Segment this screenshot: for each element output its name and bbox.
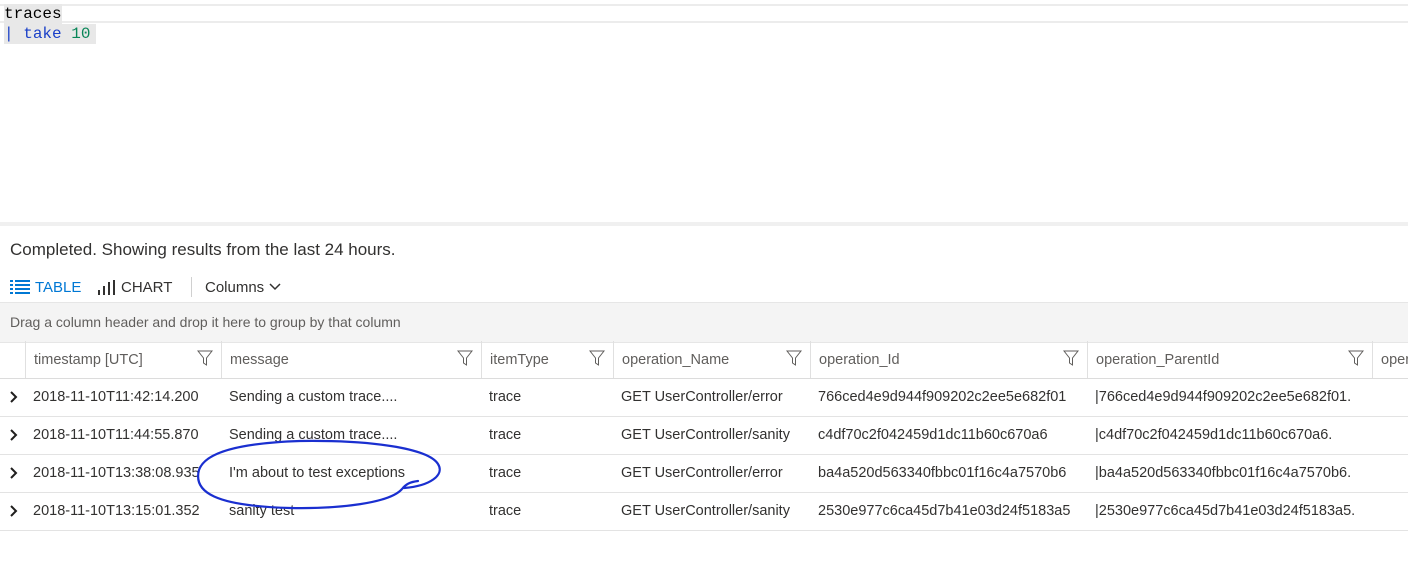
bar-chart-icon: [98, 279, 115, 295]
cell-timestamp: 2018-11-10T11:42:14.200: [33, 389, 199, 405]
expand-row-icon[interactable]: [8, 391, 20, 403]
column-header-operation-parentid[interactable]: operation_ParentId: [1087, 341, 1372, 378]
column-header-label: operation_ParentId: [1096, 352, 1220, 368]
query-line-1[interactable]: traces: [4, 4, 62, 24]
table-view-button[interactable]: TABLE: [10, 274, 81, 300]
table-row[interactable]: 2018-11-10T13:15:01.352 sanity test trac…: [0, 493, 1408, 531]
cell-message: Sending a custom trace....: [229, 427, 398, 443]
cell-itemtype: trace: [489, 465, 522, 481]
filter-icon[interactable]: [197, 350, 213, 366]
query-editor[interactable]: traces | take 10: [0, 0, 1408, 222]
query-status-text: Completed. Showing results from the last…: [10, 240, 396, 259]
column-header-operation-name[interactable]: operation_Name: [613, 341, 810, 378]
results-toolbar: TABLE CHART Columns: [0, 274, 1408, 300]
columns-label: Columns: [205, 278, 265, 296]
group-by-drop-zone[interactable]: Drag a column header and drop it here to…: [0, 302, 1408, 343]
query-table-name: traces: [4, 5, 62, 23]
table-row[interactable]: 2018-11-10T11:44:55.870 Sending a custom…: [0, 417, 1408, 455]
filter-icon[interactable]: [457, 350, 473, 366]
editor-line-highlight: [0, 4, 1408, 6]
filter-icon[interactable]: [589, 350, 605, 366]
columns-dropdown[interactable]: Columns: [205, 274, 281, 300]
expand-row-icon[interactable]: [8, 467, 20, 479]
table-icon: [10, 280, 30, 294]
editor-results-splitter[interactable]: [0, 222, 1408, 226]
cell-operation-id: c4df70c2f042459d1dc11b60c670a6: [818, 427, 1048, 443]
filter-icon[interactable]: [1348, 350, 1364, 366]
query-pipe: |: [4, 25, 14, 43]
cell-operation-id: ba4a520d563340fbbc01f16c4a7570b6: [818, 465, 1067, 481]
query-take-value: 10: [71, 25, 91, 43]
editor-line-highlight: [0, 21, 1408, 23]
column-header-label: oper: [1381, 352, 1408, 368]
cell-timestamp: 2018-11-10T11:44:55.870: [33, 427, 199, 443]
cell-timestamp: 2018-11-10T13:15:01.352: [33, 503, 200, 519]
cell-itemtype: trace: [489, 389, 522, 405]
filter-icon[interactable]: [1063, 350, 1079, 366]
chevron-down-icon: [269, 283, 281, 291]
filter-icon[interactable]: [786, 350, 802, 366]
cell-operation-parentid: |c4df70c2f042459d1dc11b60c670a6.: [1095, 427, 1333, 443]
cell-message: sanity test: [229, 503, 295, 519]
cell-operation-parentid: |766ced4e9d944f909202c2ee5e682f01.: [1095, 389, 1352, 405]
expand-row-icon[interactable]: [8, 429, 20, 441]
chart-view-label: CHART: [121, 278, 173, 296]
column-header-itemtype[interactable]: itemType: [481, 341, 613, 378]
cell-itemtype: trace: [489, 503, 522, 519]
toolbar-divider: [191, 277, 192, 297]
table-row[interactable]: 2018-11-10T13:38:08.935 I'm about to tes…: [0, 455, 1408, 493]
cell-operation-parentid: |2530e977c6ca45d7b41e03d24f5183a5.: [1095, 503, 1356, 519]
column-header-timestamp[interactable]: timestamp [UTC]: [25, 341, 221, 378]
cell-message: I'm about to test exceptions: [229, 465, 406, 481]
query-line-2[interactable]: | take 10: [4, 24, 97, 44]
column-header-label: message: [230, 352, 289, 368]
table-row[interactable]: 2018-11-10T11:42:14.200 Sending a custom…: [0, 379, 1408, 417]
expand-row-icon[interactable]: [8, 505, 20, 517]
table-view-label: TABLE: [35, 278, 82, 296]
column-header-operation-truncated[interactable]: oper: [1372, 341, 1408, 378]
cell-operation-name: GET UserController/error: [621, 389, 783, 405]
cell-operation-id: 2530e977c6ca45d7b41e03d24f5183a5: [818, 503, 1071, 519]
column-header-label: operation_Name: [622, 352, 730, 368]
grid-header-row: timestamp [UTC] message itemType operati…: [0, 341, 1408, 379]
cell-operation-name: GET UserController/sanity: [621, 427, 790, 443]
cell-operation-name: GET UserController/sanity: [621, 503, 790, 519]
cell-itemtype: trace: [489, 427, 522, 443]
cell-message: Sending a custom trace....: [229, 389, 398, 405]
cell-operation-parentid: |ba4a520d563340fbbc01f16c4a7570b6.: [1095, 465, 1352, 481]
column-header-message[interactable]: message: [221, 341, 481, 378]
column-header-label: operation_Id: [819, 352, 900, 368]
group-by-hint: Drag a column header and drop it here to…: [10, 314, 401, 330]
cell-operation-name: GET UserController/error: [621, 465, 783, 481]
query-take-keyword: take: [23, 25, 62, 43]
cell-timestamp: 2018-11-10T13:38:08.935: [33, 465, 200, 481]
column-header-label: itemType: [490, 352, 549, 368]
cell-operation-id: 766ced4e9d944f909202c2ee5e682f01: [818, 389, 1067, 405]
chart-view-button[interactable]: CHART: [98, 274, 172, 300]
column-header-operation-id[interactable]: operation_Id: [810, 341, 1087, 378]
column-header-label: timestamp [UTC]: [34, 352, 143, 368]
